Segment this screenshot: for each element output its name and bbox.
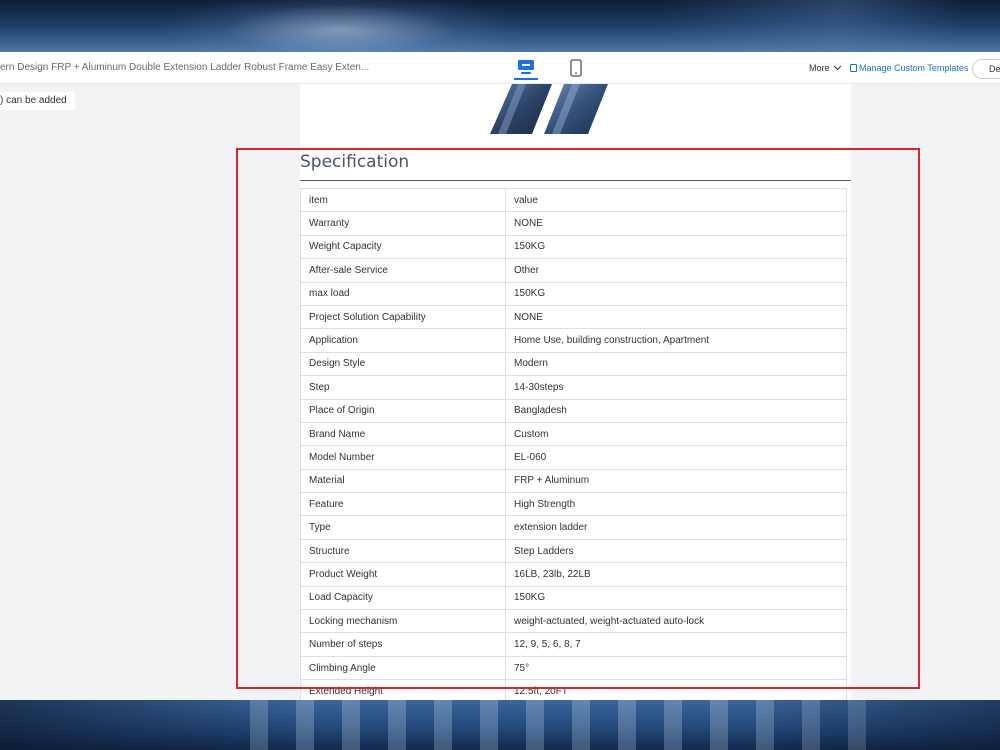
spec-value-cell: Modern bbox=[505, 351, 847, 377]
spec-value-cell: 150KG bbox=[505, 281, 847, 306]
spec-key-cell: Model Number bbox=[300, 445, 506, 470]
template-icon bbox=[850, 64, 857, 72]
spec-key-cell: Type bbox=[300, 515, 506, 540]
spec-key-cell: Weight Capacity bbox=[300, 234, 506, 260]
editor-toolbar: ern Design FRP + Aluminum Double Extensi… bbox=[0, 52, 1000, 84]
table-row: Place of Origin Bangladesh bbox=[300, 398, 847, 423]
limit-note: ) can be added bbox=[0, 92, 75, 110]
spec-value-cell: NONE bbox=[505, 304, 847, 330]
desktop-icon bbox=[518, 60, 534, 74]
spec-key-cell: Place of Origin bbox=[300, 398, 506, 423]
more-label: More bbox=[809, 63, 830, 73]
spec-key-cell: Step bbox=[300, 375, 506, 400]
more-menu-button[interactable]: More bbox=[809, 52, 842, 84]
spec-value-cell: High Strength bbox=[505, 492, 847, 517]
table-row: Extended Height 12.5ft, 20FT bbox=[300, 679, 847, 700]
spec-value-cell: 14-30steps bbox=[505, 375, 847, 400]
spec-key-cell: Project Solution Capability bbox=[300, 304, 506, 330]
table-row: Structure Step Ladders bbox=[300, 538, 847, 564]
mobile-icon bbox=[570, 59, 582, 77]
heading-divider bbox=[300, 180, 851, 181]
toolbar-pill-button[interactable]: De bbox=[972, 59, 1000, 79]
spec-value-cell: 75° bbox=[505, 655, 847, 681]
table-row: Load Capacity 150KG bbox=[300, 585, 847, 611]
chevron-down-icon bbox=[833, 65, 841, 71]
table-row: Application Home Use, building constructi… bbox=[300, 328, 847, 353]
description-canvas: Specification item value Warranty NONE Weigh… bbox=[300, 84, 851, 700]
table-row: Type extension ladder bbox=[300, 515, 847, 540]
table-row: Project Solution Capability NONE bbox=[300, 304, 847, 330]
spec-value-cell: 12.5ft, 20FT bbox=[505, 679, 847, 700]
spec-key-cell: Warranty bbox=[300, 211, 506, 236]
table-row: Step 14-30steps bbox=[300, 375, 847, 400]
product-logo-image bbox=[490, 84, 608, 134]
spec-key-cell: Number of steps bbox=[300, 632, 506, 657]
table-row: Locking mechanism weight-actuated, weight… bbox=[300, 609, 847, 634]
spec-value-cell: Bangladesh bbox=[505, 398, 847, 423]
spec-value-cell: extension ladder bbox=[505, 515, 847, 540]
document-title: ern Design FRP + Aluminum Double Extensi… bbox=[0, 62, 370, 73]
desktop-preview-button[interactable] bbox=[514, 56, 538, 80]
table-row: After-sale Service Other bbox=[300, 258, 847, 283]
spec-key-cell: Design Style bbox=[300, 351, 506, 377]
table-row: Model Number EL-060 bbox=[300, 445, 847, 470]
spec-value-cell: Other bbox=[505, 258, 847, 283]
spec-key-cell: Climbing Angle bbox=[300, 655, 506, 681]
table-row: Material FRP + Aluminum bbox=[300, 468, 847, 494]
table-row: Feature High Strength bbox=[300, 492, 847, 517]
spec-key-cell: After-sale Service bbox=[300, 258, 506, 283]
background-photo-bottom bbox=[0, 700, 1000, 750]
spec-value-cell: 150KG bbox=[505, 234, 847, 260]
table-row: Brand Name Custom bbox=[300, 421, 847, 447]
specification-table: item value Warranty NONE Weight Capacity 150K… bbox=[300, 187, 847, 700]
table-row: Warranty NONE bbox=[300, 211, 847, 236]
spec-value-cell: weight-actuated, weight-actuated auto-lo… bbox=[505, 609, 847, 634]
manage-templates-label: Manage Custom Templates bbox=[859, 63, 969, 73]
spec-key-cell: max load bbox=[300, 281, 506, 306]
table-row: Climbing Angle 75° bbox=[300, 655, 847, 681]
spec-value-cell: NONE bbox=[505, 211, 847, 236]
spec-value-cell: FRP + Aluminum bbox=[505, 468, 847, 494]
spec-key-cell: Application bbox=[300, 328, 506, 353]
background-photo-top bbox=[0, 0, 1000, 52]
spec-key-cell: Feature bbox=[300, 492, 506, 517]
table-row: Design Style Modern bbox=[300, 351, 847, 377]
spec-key-cell: item bbox=[300, 187, 506, 213]
table-row: item value bbox=[300, 187, 847, 213]
table-row: Number of steps 12, 9, 5, 6, 8, 7 bbox=[300, 632, 847, 657]
table-row: Weight Capacity 150KG bbox=[300, 234, 847, 260]
spec-key-cell: Product Weight bbox=[300, 562, 506, 587]
spec-value-cell: 16LB, 23lb, 22LB bbox=[505, 562, 847, 587]
spec-value-cell: Custom bbox=[505, 421, 847, 447]
spec-value-cell: 12, 9, 5, 6, 8, 7 bbox=[505, 632, 847, 657]
spec-key-cell: Locking mechanism bbox=[300, 609, 506, 634]
spec-value-cell: 150KG bbox=[505, 585, 847, 611]
spec-key-cell: Structure bbox=[300, 538, 506, 564]
device-preview-toggle bbox=[514, 56, 588, 80]
manage-custom-templates-link[interactable]: Manage Custom Templates bbox=[850, 52, 968, 84]
spec-key-cell: Extended Height bbox=[300, 679, 506, 700]
mobile-preview-button[interactable] bbox=[564, 56, 588, 80]
specification-heading: Specification bbox=[300, 152, 410, 172]
spec-key-cell: Load Capacity bbox=[300, 585, 506, 611]
table-row: Product Weight 16LB, 23lb, 22LB bbox=[300, 562, 847, 587]
spec-value-cell: Step Ladders bbox=[505, 538, 847, 564]
spec-key-cell: Material bbox=[300, 468, 506, 494]
table-row: max load 150KG bbox=[300, 281, 847, 306]
spec-value-cell: Home Use, building construction, Apartme… bbox=[505, 328, 847, 353]
spec-value-cell: value bbox=[505, 187, 847, 213]
spec-value-cell: EL-060 bbox=[505, 445, 847, 470]
spec-key-cell: Brand Name bbox=[300, 421, 506, 447]
